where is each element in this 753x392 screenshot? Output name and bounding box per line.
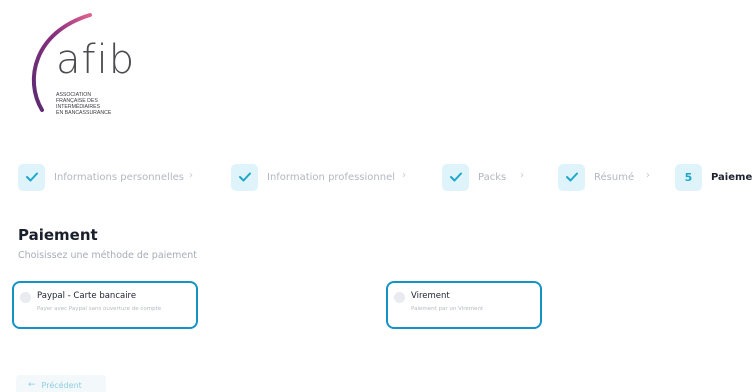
previous-button[interactable]: ← Précédent (16, 375, 106, 392)
option-description: Paiement par un Virement (411, 306, 484, 312)
step-informations-personnelles[interactable]: Informations personnelles (18, 163, 184, 191)
arrow-left-icon: ← (28, 380, 36, 390)
page-subtitle: Choisissez une méthode de paiement (18, 250, 197, 261)
logo-wordmark: afib (56, 37, 136, 83)
option-description: Payer avec Paypal sans ouverture de comp… (37, 306, 162, 312)
step-paiement[interactable]: 5 Paiement (675, 163, 753, 191)
radio-button[interactable] (394, 292, 405, 303)
chevron-right-icon: › (646, 170, 650, 181)
stepper: Informations personnelles › Information … (18, 163, 753, 191)
step-label: Information professionnel (267, 171, 396, 183)
step-resume[interactable]: Résumé (558, 163, 634, 191)
chevron-right-icon: › (520, 170, 524, 181)
step-number-badge: 5 (675, 163, 702, 191)
step-label: Packs (478, 171, 507, 183)
option-title: Paypal - Carte bancaire (37, 291, 137, 301)
chevron-right-icon: › (402, 170, 406, 181)
payment-option-virement[interactable]: Virement Paiement par un Virement (386, 281, 542, 329)
option-title: Virement (411, 291, 450, 301)
step-information-professionnel[interactable]: Information professionnel (231, 163, 395, 191)
previous-label: Précédent (41, 380, 82, 390)
check-icon (18, 163, 45, 191)
step-label: Résumé (594, 171, 635, 183)
payment-option-paypal[interactable]: Paypal - Carte bancaire Payer avec Paypa… (12, 281, 198, 329)
step-packs[interactable]: Packs (442, 163, 506, 191)
check-icon (442, 163, 469, 191)
page-title: Paiement (18, 226, 98, 244)
radio-button[interactable] (20, 292, 31, 303)
afib-logo: afib ASSOCIATION FRANÇAISE DES INTERMÉDI… (20, 10, 150, 125)
check-icon (558, 163, 585, 191)
step-label-active: Paiement (711, 171, 753, 183)
step-label: Informations personnelles (54, 171, 184, 183)
chevron-right-icon: › (189, 170, 193, 181)
check-icon (231, 163, 258, 191)
logo-subtitle: ASSOCIATION FRANÇAISE DES INTERMÉDIAIRES… (56, 92, 112, 116)
